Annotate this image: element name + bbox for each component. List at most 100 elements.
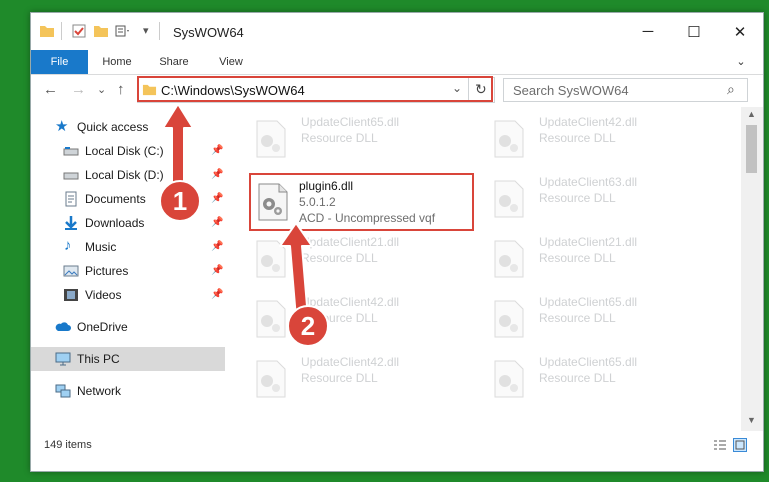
status-bar: 149 items bbox=[31, 431, 763, 471]
sidebar-item-label: Local Disk (C:) bbox=[85, 144, 164, 158]
close-button[interactable]: ✕ bbox=[717, 13, 763, 50]
qat-dropdown-icon[interactable]: ▾ bbox=[143, 24, 149, 37]
pictures-icon bbox=[63, 265, 79, 277]
pin-icon[interactable]: 📌 bbox=[211, 193, 223, 204]
sidebar-item-label: This PC bbox=[77, 352, 120, 366]
sidebar-item-label: OneDrive bbox=[77, 320, 128, 334]
up-button[interactable]: ↑ bbox=[117, 81, 125, 98]
list-item[interactable]: UpdateClient65.dll Resource DLL bbox=[487, 293, 717, 345]
details-view-icon[interactable] bbox=[713, 439, 727, 451]
pin-icon[interactable]: 📌 bbox=[211, 169, 223, 180]
separator bbox=[61, 22, 62, 40]
dll-file-icon bbox=[494, 180, 524, 218]
file-description: Resource DLL bbox=[301, 131, 378, 145]
file-description: Resource DLL bbox=[301, 371, 378, 385]
scroll-up-icon[interactable]: ▲ bbox=[747, 109, 756, 119]
list-item[interactable]: UpdateClient21.dll Resource DLL bbox=[487, 233, 717, 285]
file-description: Resource DLL bbox=[539, 251, 616, 265]
search-placeholder: Search SysWOW64 bbox=[513, 83, 629, 98]
file-description: Resource DLL bbox=[539, 191, 616, 205]
file-description: ACD - Uncompressed vqf bbox=[299, 211, 436, 225]
sidebar-item-quick-access[interactable]: ★ Quick access bbox=[31, 115, 225, 139]
item-count: 149 items bbox=[44, 439, 92, 451]
explorer-window: ▾ SysWOW64 ─ ☐ ✕ File Home Share View ⌄ … bbox=[30, 12, 764, 472]
list-item[interactable]: UpdateClient63.dll Resource DLL bbox=[487, 173, 717, 225]
sidebar-item-label: Music bbox=[85, 240, 117, 254]
dll-file-icon bbox=[256, 360, 286, 398]
title-bar: ▾ SysWOW64 ─ ☐ ✕ bbox=[31, 13, 763, 50]
ribbon-expand-icon[interactable]: ⌄ bbox=[731, 50, 751, 74]
pin-icon[interactable]: 📌 bbox=[211, 217, 223, 228]
navigation-pane: ★ Quick access Local Disk (C:) 📌 Local D… bbox=[31, 111, 225, 431]
properties-icon[interactable] bbox=[71, 23, 87, 39]
dll-file-icon bbox=[256, 120, 286, 158]
file-name: UpdateClient42.dll bbox=[539, 115, 638, 129]
drive-icon bbox=[63, 172, 79, 180]
pin-icon[interactable]: 📌 bbox=[211, 289, 223, 300]
maximize-button[interactable]: ☐ bbox=[671, 13, 717, 50]
dll-file-icon bbox=[258, 183, 288, 221]
pin-icon[interactable]: 📌 bbox=[211, 241, 223, 252]
sidebar-item-network[interactable]: Network bbox=[31, 379, 225, 403]
annotation-badge-1: 1 bbox=[159, 180, 201, 222]
sidebar-item-onedrive[interactable]: OneDrive bbox=[31, 315, 225, 339]
back-button[interactable]: ← bbox=[43, 81, 58, 98]
sidebar-item-label: Videos bbox=[85, 288, 122, 302]
onedrive-icon bbox=[55, 322, 71, 331]
music-icon: ♪ bbox=[64, 237, 72, 254]
tab-home[interactable]: Home bbox=[97, 50, 137, 74]
pin-icon[interactable]: 📌 bbox=[211, 265, 223, 276]
search-input[interactable]: Search SysWOW64 ⌕ bbox=[503, 78, 748, 102]
forward-button[interactable]: → bbox=[71, 81, 86, 98]
minimize-button[interactable]: ─ bbox=[625, 13, 671, 50]
network-icon bbox=[55, 384, 71, 398]
vertical-scrollbar[interactable]: ▲ ▼ bbox=[741, 107, 763, 431]
tab-share[interactable]: Share bbox=[154, 50, 194, 74]
sidebar-item-local-disk-c[interactable]: Local Disk (C:) 📌 bbox=[31, 139, 225, 163]
large-icons-view-icon[interactable] bbox=[733, 438, 747, 452]
downloads-icon bbox=[65, 216, 77, 230]
tab-file[interactable]: File bbox=[31, 50, 88, 74]
sidebar-item-label: Quick access bbox=[77, 120, 149, 134]
sidebar-item-label: Local Disk (D:) bbox=[85, 168, 164, 182]
sidebar-item-label: Network bbox=[77, 384, 122, 398]
sidebar-item-local-disk-d[interactable]: Local Disk (D:) 📌 bbox=[31, 163, 225, 187]
sidebar-item-music[interactable]: ♪ Music 📌 bbox=[31, 235, 225, 259]
computer-icon bbox=[55, 352, 71, 366]
dll-file-icon bbox=[494, 240, 524, 278]
pin-icon[interactable]: 📌 bbox=[211, 145, 223, 156]
dll-file-icon bbox=[494, 360, 524, 398]
dll-file-icon bbox=[256, 300, 286, 338]
new-folder-icon[interactable] bbox=[93, 23, 109, 39]
file-name: UpdateClient63.dll bbox=[539, 175, 638, 189]
customize-icon[interactable] bbox=[115, 23, 131, 39]
recent-locations-icon[interactable]: ⌄ bbox=[97, 83, 106, 96]
list-item[interactable]: UpdateClient42.dll Resource DLL bbox=[487, 113, 717, 165]
file-description: Resource DLL bbox=[539, 311, 616, 325]
list-item[interactable]: UpdateClient42.dll Resource DLL bbox=[249, 293, 479, 345]
file-name: UpdateClient42.dll bbox=[301, 355, 400, 369]
list-item[interactable]: UpdateClient65.dll Resource DLL bbox=[487, 353, 717, 405]
search-icon[interactable]: ⌕ bbox=[727, 81, 735, 98]
file-name: UpdateClient65.dll bbox=[539, 295, 638, 309]
sidebar-item-videos[interactable]: Videos 📌 bbox=[31, 283, 225, 307]
sidebar-item-pictures[interactable]: Pictures 📌 bbox=[31, 259, 225, 283]
videos-icon bbox=[64, 289, 78, 301]
highlighted-file[interactable]: plugin6.dll 5.0.1.2 ACD - Uncompressed v… bbox=[249, 173, 474, 231]
sidebar-item-this-pc[interactable]: This PC bbox=[31, 347, 225, 371]
ribbon-tabs: File Home Share View ⌄ bbox=[31, 50, 763, 75]
scroll-down-icon[interactable]: ▼ bbox=[747, 415, 756, 425]
list-item[interactable]: UpdateClient42.dll Resource DLL bbox=[249, 353, 479, 405]
sidebar-item-label: Downloads bbox=[85, 216, 145, 230]
star-icon: ★ bbox=[55, 118, 69, 135]
file-name: UpdateClient65.dll bbox=[539, 355, 638, 369]
file-description: Resource DLL bbox=[539, 131, 616, 145]
dll-file-icon bbox=[494, 300, 524, 338]
sidebar-item-label: Pictures bbox=[85, 264, 129, 278]
list-item[interactable]: UpdateClient65.dll Resource DLL bbox=[249, 113, 479, 165]
annotation-badge-2: 2 bbox=[287, 305, 329, 347]
folder-icon bbox=[40, 26, 54, 37]
navigation-bar: ← → ⌄ ↑ C:\Windows\SysWOW64 ⌄ ↻ Search S… bbox=[31, 75, 763, 105]
tab-view[interactable]: View bbox=[211, 50, 251, 74]
scrollbar-thumb[interactable] bbox=[746, 125, 757, 173]
